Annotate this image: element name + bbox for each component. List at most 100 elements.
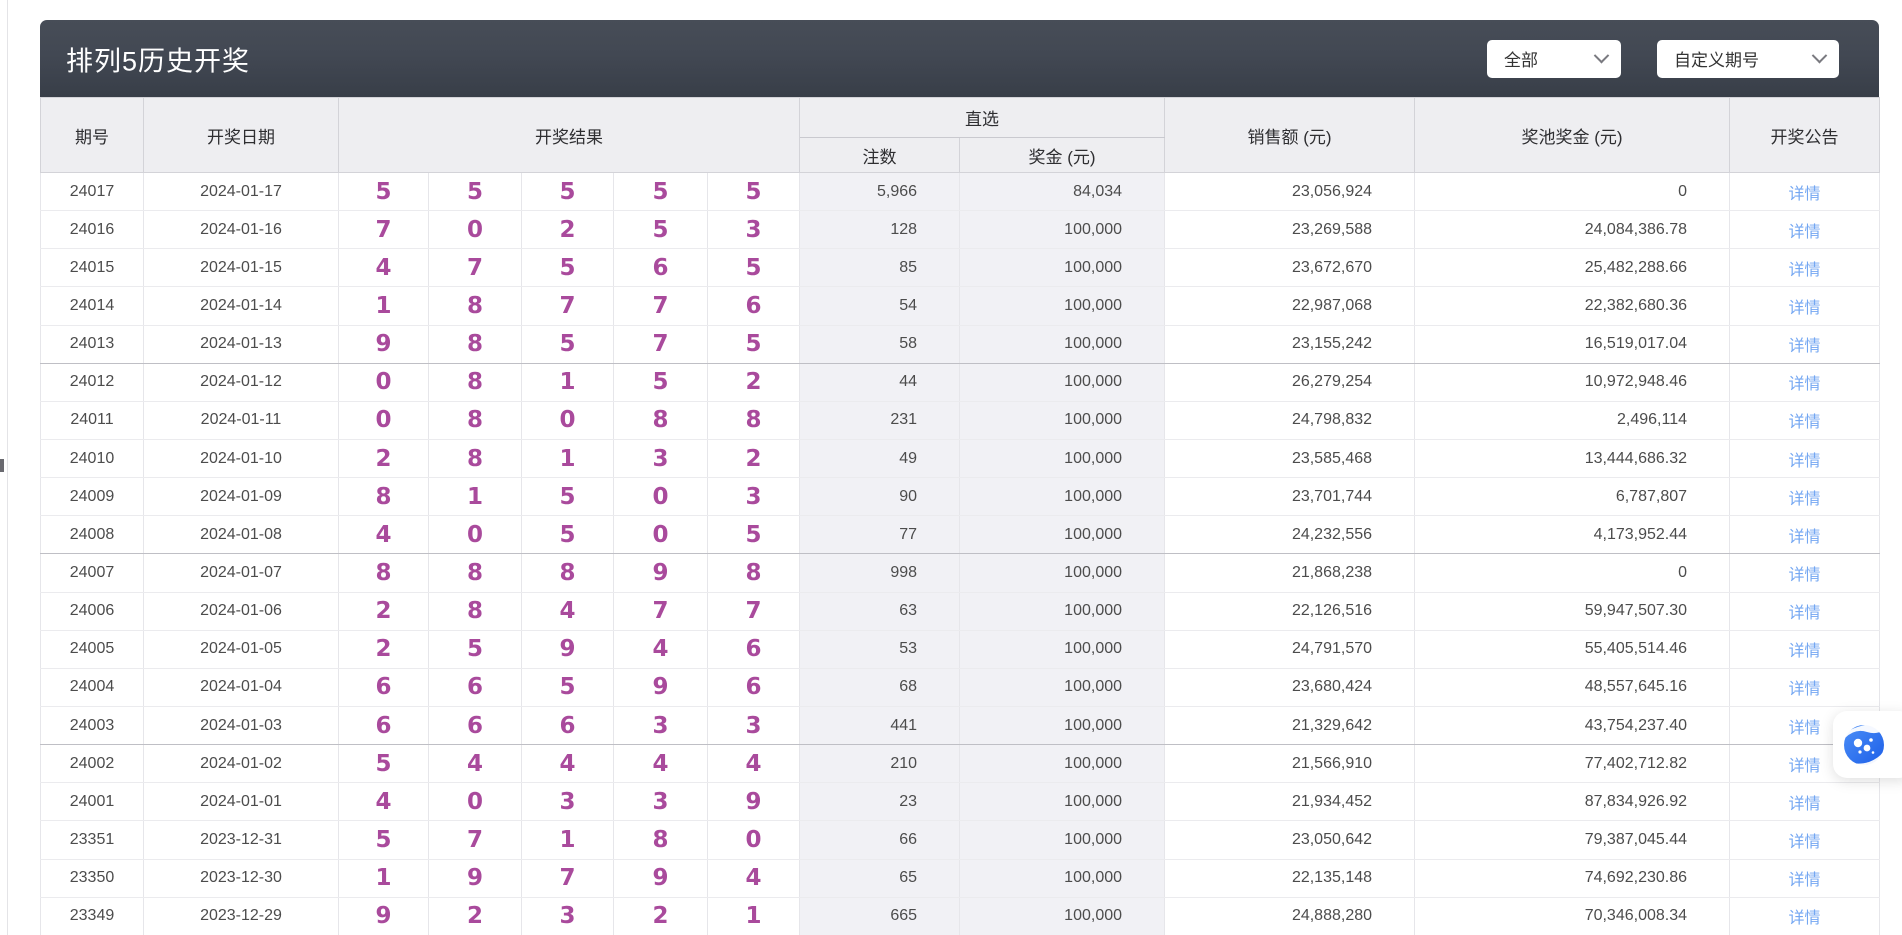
result-digit-4: 7 (614, 287, 708, 325)
result-digit-3: 3 (522, 897, 614, 935)
result-digit-4: 5 (614, 211, 708, 249)
table-row: 240122024-01-120815244100,00026,279,2541… (41, 363, 1880, 401)
result-digit-2: 6 (429, 668, 522, 706)
detail-link[interactable]: 详情 (1789, 453, 1821, 470)
announcement-cell: 详情 (1730, 211, 1880, 249)
detail-link[interactable]: 详情 (1789, 834, 1821, 851)
col-header-sales: 销售额 (元) (1165, 98, 1415, 173)
result-digit-2: 7 (429, 249, 522, 287)
detail-link[interactable]: 详情 (1789, 567, 1821, 584)
detail-link[interactable]: 详情 (1789, 491, 1821, 508)
panel-titlebar: 排列5历史开奖 全部 自定义期号 (40, 20, 1879, 97)
pool-cell: 70,346,008.34 (1415, 897, 1730, 935)
prize-cell: 100,000 (960, 706, 1165, 744)
date-cell: 2024-01-12 (144, 363, 339, 401)
service-logo-icon (1843, 724, 1885, 766)
detail-link[interactable]: 详情 (1789, 681, 1821, 698)
result-digit-4: 3 (614, 706, 708, 744)
prize-cell: 100,000 (960, 211, 1165, 249)
result-digit-2: 5 (429, 630, 522, 668)
announcement-cell: 详情 (1730, 478, 1880, 516)
date-cell: 2023-12-30 (144, 859, 339, 897)
detail-link[interactable]: 详情 (1789, 376, 1821, 393)
detail-link[interactable]: 详情 (1789, 910, 1821, 927)
period-cell: 23350 (41, 859, 144, 897)
detail-link[interactable]: 详情 (1789, 224, 1821, 241)
result-digit-4: 5 (614, 363, 708, 401)
result-digit-2: 0 (429, 211, 522, 249)
detail-link[interactable]: 详情 (1789, 414, 1821, 431)
result-digit-3: 3 (522, 783, 614, 821)
result-digit-1: 2 (339, 592, 429, 630)
period-cell: 24004 (41, 668, 144, 706)
date-cell: 2024-01-08 (144, 516, 339, 554)
page-title: 排列5历史开奖 (66, 39, 250, 78)
page-left-divider (7, 0, 8, 935)
bets-cell: 44 (800, 363, 960, 401)
date-cell: 2024-01-13 (144, 325, 339, 363)
date-cell: 2024-01-15 (144, 249, 339, 287)
bets-cell: 128 (800, 211, 960, 249)
detail-link[interactable]: 详情 (1789, 872, 1821, 889)
result-digit-2: 0 (429, 783, 522, 821)
detail-link[interactable]: 详情 (1789, 186, 1821, 203)
sales-cell: 21,566,910 (1165, 745, 1415, 783)
result-digit-5: 5 (708, 173, 800, 211)
result-digit-3: 5 (522, 249, 614, 287)
date-cell: 2024-01-16 (144, 211, 339, 249)
result-digit-2: 8 (429, 592, 522, 630)
result-digit-3: 5 (522, 173, 614, 211)
result-digit-2: 4 (429, 745, 522, 783)
date-cell: 2024-01-02 (144, 745, 339, 783)
sales-cell: 22,135,148 (1165, 859, 1415, 897)
result-digit-1: 0 (339, 401, 429, 439)
table-row: 240112024-01-1108088231100,00024,798,832… (41, 401, 1880, 439)
prize-cell: 100,000 (960, 821, 1165, 859)
bets-cell: 53 (800, 630, 960, 668)
result-digit-5: 7 (708, 592, 800, 630)
period-cell: 23349 (41, 897, 144, 935)
bets-cell: 68 (800, 668, 960, 706)
pool-cell: 48,557,645.16 (1415, 668, 1730, 706)
detail-link[interactable]: 详情 (1789, 758, 1821, 775)
announcement-cell: 详情 (1730, 439, 1880, 477)
table-row: 240082024-01-084050577100,00024,232,5564… (41, 516, 1880, 554)
bets-cell: 49 (800, 439, 960, 477)
result-digit-5: 9 (708, 783, 800, 821)
prize-cell: 100,000 (960, 249, 1165, 287)
sales-cell: 21,934,452 (1165, 783, 1415, 821)
pool-cell: 74,692,230.86 (1415, 859, 1730, 897)
result-digit-4: 4 (614, 630, 708, 668)
detail-link[interactable]: 详情 (1789, 605, 1821, 622)
pool-cell: 10,972,948.46 (1415, 363, 1730, 401)
period-cell: 24001 (41, 783, 144, 821)
result-digit-5: 6 (708, 630, 800, 668)
scope-filter-dropdown[interactable]: 全部 (1487, 40, 1621, 78)
detail-link[interactable]: 详情 (1789, 529, 1821, 546)
result-digit-3: 5 (522, 325, 614, 363)
detail-link[interactable]: 详情 (1789, 796, 1821, 813)
detail-link[interactable]: 详情 (1789, 338, 1821, 355)
detail-link[interactable]: 详情 (1789, 300, 1821, 317)
period-cell: 24006 (41, 592, 144, 630)
period-filter-dropdown[interactable]: 自定义期号 (1657, 40, 1839, 78)
detail-link[interactable]: 详情 (1789, 720, 1821, 737)
result-digit-3: 7 (522, 287, 614, 325)
result-digit-3: 9 (522, 630, 614, 668)
col-header-bets: 注数 (800, 138, 960, 173)
result-digit-5: 3 (708, 478, 800, 516)
prize-cell: 100,000 (960, 516, 1165, 554)
result-digit-1: 6 (339, 706, 429, 744)
detail-link[interactable]: 详情 (1789, 643, 1821, 660)
table-row: 240022024-01-0254444210100,00021,566,910… (41, 745, 1880, 783)
sales-cell: 21,868,238 (1165, 554, 1415, 592)
sales-cell: 24,791,570 (1165, 630, 1415, 668)
table-row: 240072024-01-0788898998100,00021,868,238… (41, 554, 1880, 592)
sales-cell: 23,050,642 (1165, 821, 1415, 859)
result-digit-3: 5 (522, 478, 614, 516)
detail-link[interactable]: 详情 (1789, 262, 1821, 279)
floating-widget-button[interactable] (1833, 711, 1902, 778)
sales-cell: 24,888,280 (1165, 897, 1415, 935)
prize-cell: 100,000 (960, 630, 1165, 668)
announcement-cell: 详情 (1730, 668, 1880, 706)
